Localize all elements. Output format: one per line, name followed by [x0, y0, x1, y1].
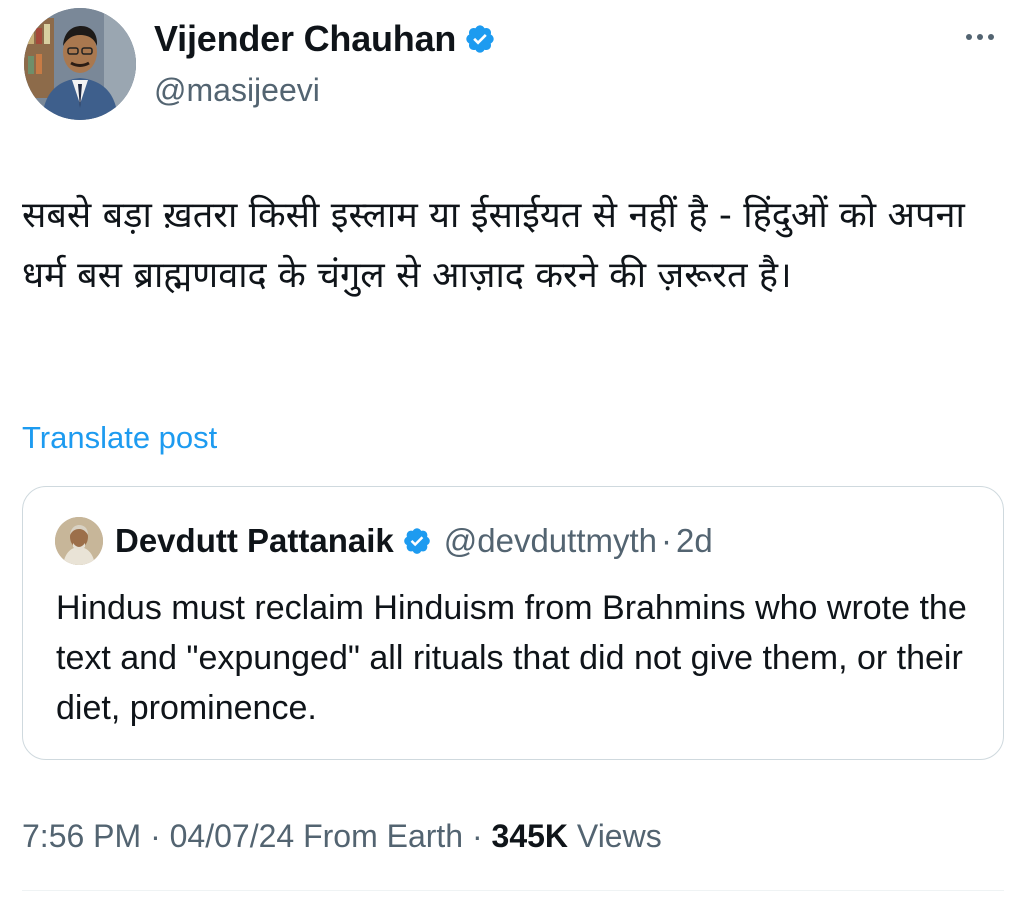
quoted-post-header: Devdutt Pattanaik @devduttmyth · 2d	[55, 517, 713, 565]
author-display-name[interactable]: Vijender Chauhan	[154, 18, 456, 60]
dot-icon	[966, 34, 972, 40]
views-count[interactable]: 345K	[492, 818, 569, 854]
post-time[interactable]: 7:56 PM	[22, 818, 141, 854]
author-name-row: Vijender Chauhan	[154, 18, 496, 60]
meta-separator: ·	[471, 818, 483, 854]
post-metadata: 7:56 PM · 04/07/24 From Earth · 345K Vie…	[22, 818, 662, 855]
post-source: From Earth	[303, 818, 464, 854]
dot-icon	[988, 34, 994, 40]
post-date[interactable]: 04/07/24	[170, 818, 295, 854]
author-avatar[interactable]	[24, 8, 136, 120]
quoted-post-time[interactable]: 2d	[676, 522, 713, 560]
quoted-avatar-photo-icon	[55, 517, 103, 565]
quoted-post-text: Hindus must reclaim Hinduism from Brahmi…	[56, 589, 967, 727]
translate-post-link[interactable]: Translate post	[22, 420, 217, 456]
avatar-photo-icon	[24, 8, 136, 120]
quoted-verified-badge-icon	[403, 528, 430, 554]
quoted-author-display-name[interactable]: Devdutt Pattanaik	[115, 522, 394, 560]
quoted-separator: ·	[661, 522, 672, 559]
post-header: Vijender Chauhan @masijeevi	[24, 6, 1004, 122]
author-handle[interactable]: @masijeevi	[154, 72, 320, 109]
quoted-author-handle[interactable]: @devduttmyth	[444, 522, 657, 560]
meta-separator: ·	[150, 818, 161, 854]
divider	[22, 890, 1004, 891]
more-options-icon[interactable]	[960, 28, 1000, 46]
post-body-text: सबसे बड़ा ख़तरा किसी इस्लाम या ईसाईयत से…	[22, 195, 965, 296]
quoted-author-avatar[interactable]	[55, 517, 103, 565]
views-label[interactable]: Views	[577, 818, 662, 854]
quoted-post-card[interactable]: Devdutt Pattanaik @devduttmyth · 2d Hind…	[22, 486, 1004, 760]
dot-icon	[977, 34, 983, 40]
verified-badge-icon	[466, 25, 494, 53]
